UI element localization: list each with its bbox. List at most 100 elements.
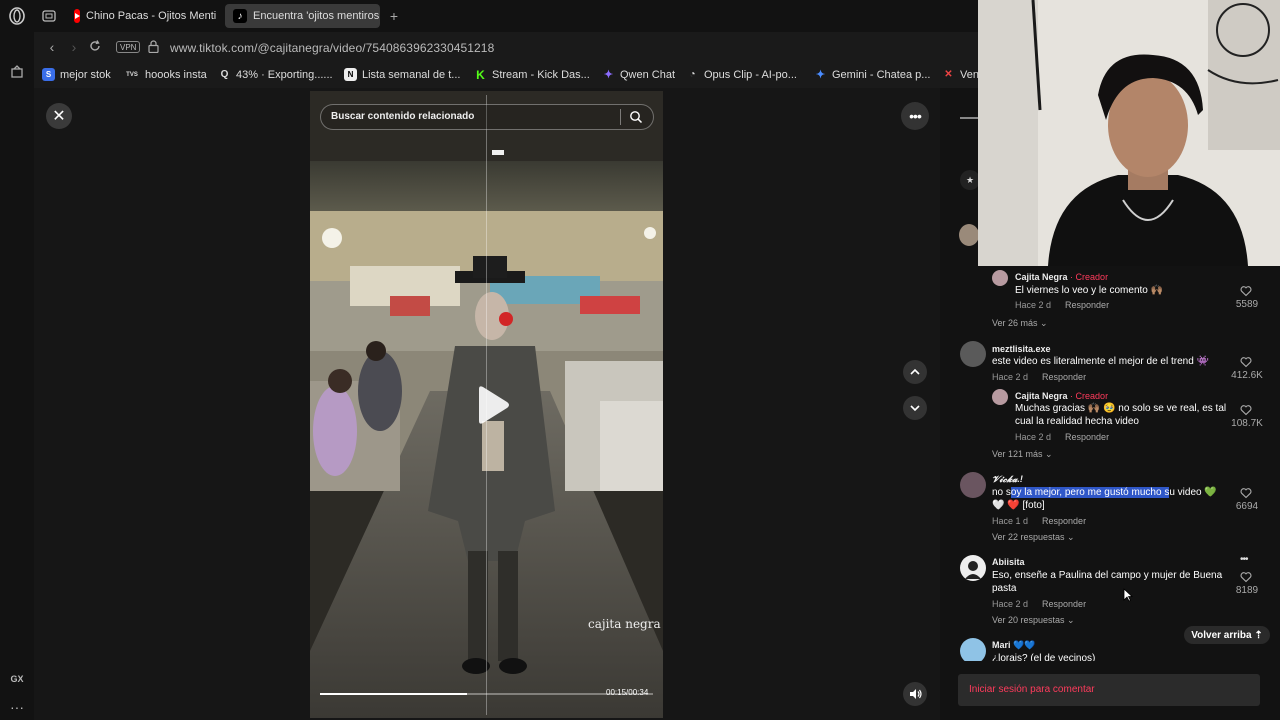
s-icon: S — [42, 68, 55, 81]
back-to-top-label: Volver arriba — [1191, 629, 1252, 641]
bookmark-lista-semanal[interactable]: N Lista semanal de t... — [344, 68, 460, 81]
bookmark-mejor-stok[interactable]: S mejor stok — [42, 68, 111, 81]
next-video-button[interactable] — [903, 396, 927, 420]
previous-video-button[interactable] — [903, 360, 927, 384]
bookmark-label: Qwen Chat — [620, 68, 676, 81]
comment-author[interactable]: Abiisita — [992, 557, 1025, 567]
bookmarks-bar: S mejor stok TVS hoooks insta Q 43% · Ex… — [34, 62, 980, 88]
reply-button[interactable]: Responder — [1042, 516, 1086, 526]
volume-button[interactable] — [903, 682, 927, 706]
back-to-top-button[interactable]: Volver arriba ⇡ — [1184, 626, 1270, 644]
address-bar: ‹ › VPN www.tiktok.com/@cajitanegra/vide… — [34, 32, 980, 62]
search-placeholder: Buscar contenido relacionado — [331, 111, 475, 122]
bookmark-label: 43% · Exporting...... — [236, 68, 333, 81]
search-divider — [620, 109, 621, 125]
comment-text: Eso, enseñe a Paulina del campo y mujer … — [992, 570, 1223, 594]
avatar[interactable] — [960, 341, 986, 367]
back-icon[interactable]: ‹ — [44, 39, 60, 55]
play-icon[interactable] — [471, 385, 511, 425]
heart-icon[interactable] — [1240, 404, 1252, 416]
view-more-replies[interactable]: Ver 22 respuestas ⌄ — [992, 532, 1075, 543]
view-more-replies[interactable]: Ver 121 más ⌄ — [992, 449, 1053, 460]
like-count: 108.7K — [1231, 418, 1263, 429]
avatar[interactable] — [992, 389, 1008, 405]
progress-bar[interactable] — [320, 693, 653, 695]
youtube-icon — [74, 9, 80, 23]
comment-text-line2: 🤍 ❤️ [foto] — [992, 500, 1045, 511]
bookmark-label: Lista semanal de t... — [362, 68, 461, 81]
close-button[interactable]: ✕ — [46, 103, 72, 129]
comment-author[interactable]: Mari 💙💙 — [992, 640, 1035, 651]
opera-logo-icon[interactable] — [6, 5, 28, 27]
tab-youtube[interactable]: Chino Pacas - Ojitos Menti — [66, 4, 216, 28]
heart-icon[interactable] — [1240, 285, 1252, 297]
notion-icon: N — [344, 68, 357, 81]
tab-island-icon[interactable] — [42, 4, 56, 28]
bookmark-exporting[interactable]: Q 43% · Exporting...... — [218, 68, 333, 81]
view-more-replies[interactable]: Ver 26 más ⌄ — [992, 318, 1048, 329]
view-more-replies[interactable]: Ver 20 respuestas ⌄ — [992, 615, 1075, 626]
ven-icon: ✕ — [944, 69, 953, 80]
heart-icon[interactable] — [1240, 571, 1252, 583]
lock-icon[interactable] — [148, 40, 159, 58]
avatar[interactable] — [959, 224, 979, 246]
reply-button[interactable]: Responder — [1042, 599, 1086, 609]
tab-label: Chino Pacas - Ojitos Menti — [86, 10, 216, 22]
heart-icon[interactable] — [1240, 487, 1252, 499]
progress-fill — [320, 693, 467, 695]
forward-icon[interactable]: › — [66, 39, 82, 55]
bookmark-label: Opus Clip - AI-po... — [704, 68, 797, 81]
url-field[interactable]: www.tiktok.com/@cajitanegra/video/754086… — [170, 41, 494, 55]
comment-author[interactable]: 𝓥𝓲𝓬𝓴𝓪.! — [992, 474, 1023, 485]
bookmark-hoooks-insta[interactable]: TVS hoooks insta — [124, 68, 207, 81]
video-player[interactable]: cajita negra 00:15/00:34 — [310, 91, 663, 718]
bookmark-opus-clip[interactable]: ◔ Opus Clip - AI-po... — [686, 68, 797, 81]
reply-button[interactable]: Responder — [1042, 372, 1086, 382]
more-options-button[interactable]: ••• — [901, 102, 929, 130]
comment-text: este video es literalmente el mejor de e… — [992, 356, 1210, 367]
login-to-comment-button[interactable]: Iniciar sesión para comentar — [958, 674, 1260, 706]
new-tab-button[interactable]: + — [386, 4, 402, 28]
comment-author[interactable]: meztlisita.exe — [992, 344, 1051, 354]
workspace-icon[interactable] — [6, 61, 28, 83]
bookmark-qwen[interactable]: ✦ Qwen Chat — [602, 68, 676, 82]
reload-icon[interactable] — [87, 39, 103, 55]
comment-options-icon[interactable]: ••• — [1240, 554, 1248, 565]
comment-meta: Hace 2 d Responder — [1015, 432, 1110, 442]
comment-author[interactable]: Cajita Negra · Creador — [1015, 272, 1108, 282]
more-icon[interactable]: ··· — [6, 696, 28, 718]
like-count: 8189 — [1235, 585, 1259, 596]
gx-label[interactable]: GX — [6, 668, 28, 690]
bookmark-ven[interactable]: ✕ Ven — [942, 68, 979, 81]
related-search-input[interactable]: Buscar contenido relacionado — [320, 104, 654, 130]
volume-icon — [909, 689, 922, 699]
bookmark-kick[interactable]: K Stream - Kick Das... — [474, 68, 590, 82]
vpn-badge[interactable]: VPN — [116, 41, 141, 53]
bookmark-label: hoooks insta — [145, 68, 207, 81]
video-watermark: cajita negra — [588, 617, 661, 631]
qwen-icon: ✦ — [603, 69, 614, 81]
video-time: 00:15/00:34 — [606, 688, 649, 697]
comment-author[interactable]: Cajita Negra · Creador — [1015, 391, 1108, 401]
star-icon[interactable]: ★ — [960, 170, 980, 190]
webcam-overlay — [978, 0, 1280, 266]
q-icon: Q — [220, 69, 229, 80]
bookmark-gemini[interactable]: ✦ Gemini - Chatea p... — [814, 68, 931, 82]
heart-icon[interactable] — [1240, 356, 1252, 368]
like-count: 412.6K — [1231, 370, 1263, 381]
chevron-up-icon — [910, 368, 920, 375]
avatar[interactable] — [960, 472, 986, 498]
search-icon[interactable] — [629, 110, 643, 124]
login-prompt: Iniciar sesión para comentar — [969, 684, 1095, 695]
tab-tiktok[interactable]: ♪ Encuentra 'ojitos mentiros — [225, 4, 380, 28]
avatar[interactable] — [992, 270, 1008, 286]
tiktok-icon: ♪ — [233, 9, 247, 23]
like-count: 5589 — [1235, 299, 1259, 310]
reply-button[interactable]: Responder — [1065, 300, 1109, 310]
comment-meta: Hace 1 d Responder — [992, 516, 1087, 526]
bookmark-label: mejor stok — [60, 68, 111, 81]
comment-text: El viernes lo veo y le comento 🙌🏽 — [1015, 285, 1164, 296]
avatar[interactable] — [960, 555, 986, 581]
reply-button[interactable]: Responder — [1065, 432, 1109, 442]
bookmark-label: Gemini - Chatea p... — [832, 68, 931, 81]
